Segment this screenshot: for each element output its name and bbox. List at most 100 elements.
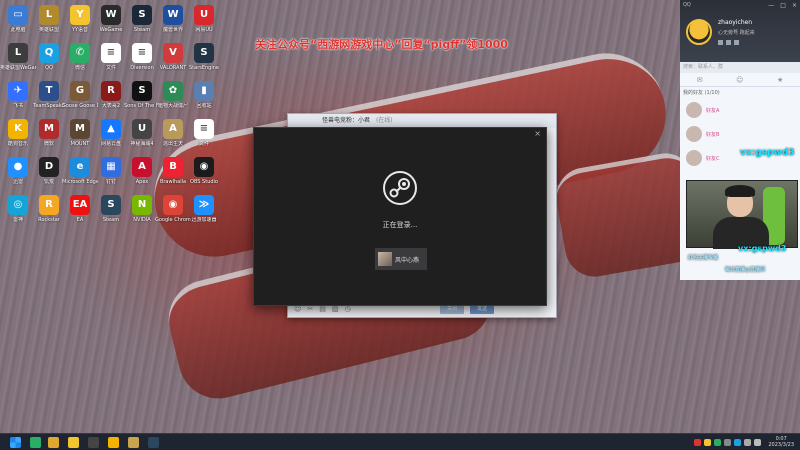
chat-window-titlebar[interactable]: 怪兽电竞粉：小君 (在线) [288,114,556,128]
avatar [686,126,702,142]
desktop-icon[interactable]: ▲ 网易云盘 [96,116,126,156]
tray-icon[interactable] [714,438,722,446]
desktop-icon[interactable]: ≡ Diversion [127,40,157,80]
user-signature[interactable]: 心无旁骛 跑起来 [718,29,755,36]
close-chat-button[interactable]: 关闭 [439,305,464,314]
desktop-icon[interactable]: ▭ 此电脑 [3,2,33,42]
steam-logo-icon [383,171,417,205]
desktop-icon[interactable]: N NVIDIA [127,192,157,232]
desktop-icon[interactable]: V VALORANT [158,40,188,80]
steam-login-dialog: × 正在登录... 风中心燕 [253,127,547,306]
image-icon[interactable]: ▨ [332,305,339,313]
windows-start-icon[interactable] [10,437,21,448]
space-tab-icon[interactable]: ★ [777,76,783,84]
taskbar: 0:07 2023/3/23 [0,433,800,450]
desktop-icon[interactable]: K 酷狗音乐 [3,116,33,156]
tray-icon[interactable] [734,438,742,446]
desktop-icon[interactable]: U 神秘海域4 [127,116,157,156]
desktop-icon[interactable]: ▦ 钉钉 [96,154,126,194]
tray-icon[interactable] [724,438,732,446]
taskbar-app-icon[interactable] [48,437,59,448]
desktop-icon[interactable]: A 逃出生天 [158,116,188,156]
friend-group-title[interactable]: 我的好友 (1/10) [680,87,800,98]
app-icon: S [101,195,121,215]
message-tab-icon[interactable]: ✉ [697,76,703,84]
taskbar-app-icon[interactable] [128,437,139,448]
clock[interactable]: 0:07 2023/3/23 [768,436,794,448]
clock-icon[interactable]: ◷ [344,305,350,313]
taskbar-app-icon[interactable] [88,437,99,448]
app-icon: T [39,81,59,101]
desktop-icon[interactable]: ≫ 迅游加速器 [189,192,219,232]
desktop-icon[interactable]: ● 迅雷 [3,154,33,194]
desktop-icon[interactable]: M MOUNT [65,116,95,156]
desktop-icon[interactable]: ≡ 文件 [96,40,126,80]
maximize-button[interactable]: □ [780,2,786,9]
desktop-icon[interactable]: M 微软 [34,116,64,156]
desktop-icon[interactable]: ▮ 回收站 [189,78,219,118]
tray-icon[interactable] [704,438,712,446]
desktop-icon[interactable]: S Steam [96,192,126,232]
taskbar-app-icon[interactable] [108,437,119,448]
desktop-icon[interactable]: ◉ Google Chrome [155,192,191,232]
weather-icon[interactable] [718,40,723,45]
folder-icon[interactable]: ▤ [319,305,326,313]
friend-list-item[interactable]: 好友B [680,122,800,146]
app-icon: EA [70,195,90,215]
scissors-icon[interactable]: ✂ [307,305,313,313]
desktop-icon[interactable]: W 魔兽世界 [158,2,188,42]
contacts-tab-icon[interactable]: ☺ [736,76,743,84]
stream-caption: 红包主播专属 [688,255,719,261]
mail-icon[interactable] [726,40,731,45]
taskbar-app-icon[interactable] [30,437,41,448]
contact-search-input[interactable]: 搜索：联系人、群 [680,62,800,73]
app-icon: R [101,81,121,101]
send-button[interactable]: 发送 [469,305,494,314]
desktop-icon[interactable]: L英雄联盟WeGame版 [0,40,36,80]
desktop-icon[interactable]: GGoose Goose Duck [62,78,98,118]
desktop-icon[interactable]: U 网易UU [189,2,219,42]
space-icon[interactable] [734,40,739,45]
status-tools [718,40,739,45]
desktop-icon[interactable]: L 英雄联盟 [34,2,64,42]
desktop-icon[interactable]: S StarsEngine [189,40,219,80]
desktop-icon[interactable]: EA EA [65,192,95,232]
desktop-icon[interactable]: T TeamSpeak3 [33,78,65,118]
desktop-icon[interactable]: Y YY语音 [65,2,95,42]
network-icon[interactable] [754,438,762,446]
taskbar-app-icon[interactable] [148,437,159,448]
volume-icon[interactable] [744,438,752,446]
desktop-icon[interactable]: B Brawlhalla [158,154,188,194]
app-icon: e [70,157,90,177]
desktop-icon[interactable]: e Microsoft Edge [62,154,98,194]
desktop-icon[interactable]: ◎ 雷神 [3,192,33,232]
desktop-icon[interactable]: ✆ 微信 [65,40,95,80]
friend-name: 好友C [706,155,720,162]
app-icon: K [8,119,28,139]
emoji-icon[interactable]: ☺ [294,305,301,313]
close-button[interactable]: × [792,2,797,9]
app-icon: W [163,5,183,25]
desktop-icon[interactable]: W WeGame [96,2,126,42]
user-avatar[interactable] [686,19,712,45]
desktop-icon[interactable]: Q QQ [34,40,64,80]
desktop-icon[interactable]: ◉ OBS Studio [189,154,219,194]
desktop-icon[interactable]: A Apex [127,154,157,194]
minimize-button[interactable]: — [768,2,774,9]
contact-tabs: ✉ ☺ ★ [680,73,800,87]
close-icon[interactable]: × [534,129,541,138]
qq-header: QQ — □ × zhaoyichen 心无旁骛 跑起来 [680,0,800,62]
webcam-overlay [686,180,798,249]
taskbar-app-icon[interactable] [68,437,79,448]
desktop-icon[interactable]: D 饥荒 [34,154,64,194]
desktop-icon[interactable]: R Rockstar [34,192,64,232]
desktop-icon[interactable]: ✈ 飞书 [3,78,33,118]
desktop-icon[interactable]: ✿ 植物大战僵尸 [158,78,188,118]
account-button[interactable]: 风中心燕 [375,248,427,270]
desktop-icon[interactable]: ≡ 文件 [189,116,219,156]
desktop-icon[interactable]: R 大表哥2 [96,78,126,118]
tray-icon[interactable] [694,438,702,446]
desktop-icon[interactable]: S Steam [127,2,157,42]
desktop-icon[interactable]: SSons Of The Forest [124,78,160,118]
friend-list-item[interactable]: 好友A [680,98,800,122]
